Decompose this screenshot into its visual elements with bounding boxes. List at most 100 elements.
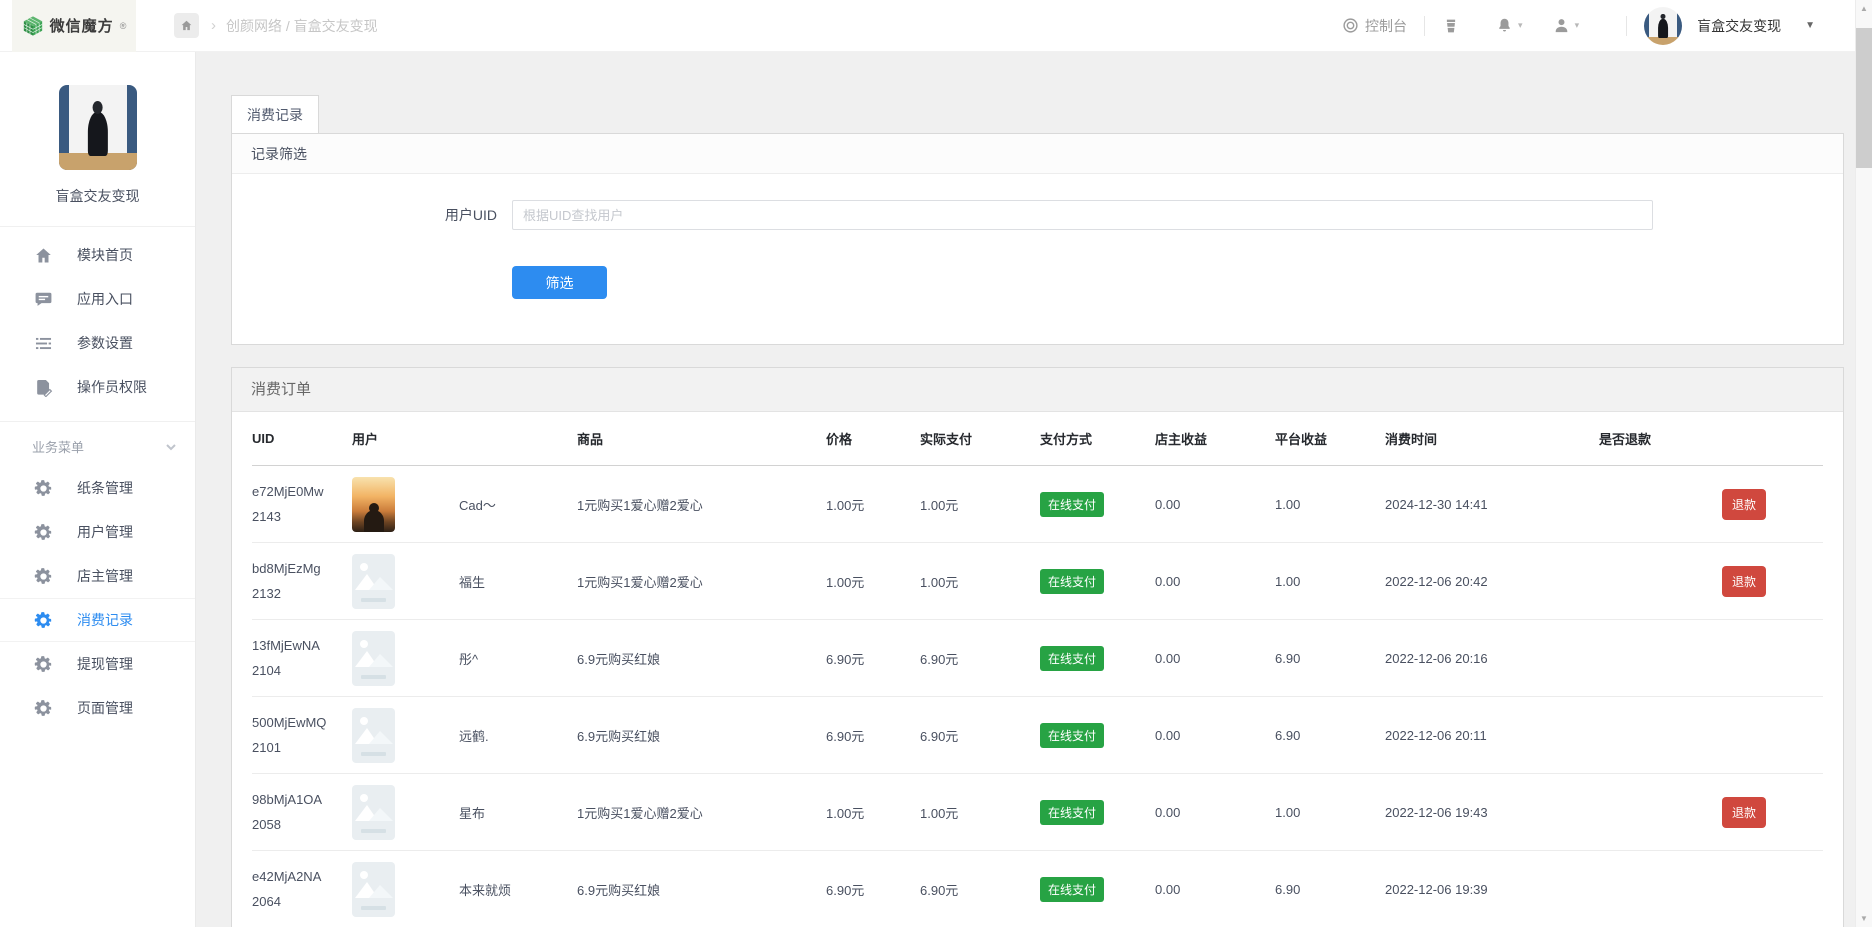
user-menu-button[interactable]: ▾ [1553, 17, 1580, 34]
console-label: 控制台 [1365, 16, 1407, 36]
account-dropdown-caret-icon[interactable]: ▼ [1805, 20, 1815, 31]
order-owner-income: 0.00 [1155, 497, 1275, 512]
placeholder-image [352, 631, 395, 686]
order-payment: 在线支付 [1040, 492, 1155, 517]
user-name: 彤^ [459, 649, 478, 668]
order-product: 6.9元购买红娘 [577, 726, 826, 745]
account-name[interactable]: 盲盒交友变现 [1697, 16, 1781, 36]
operator-icon [33, 377, 53, 397]
uid-search-input[interactable] [512, 200, 1653, 230]
topbar-actions: 控制台 ▾ ▾ 盲盒交友变现 ▼ [1342, 7, 1872, 45]
order-price: 1.00元 [826, 803, 920, 822]
sidebar-business-item-2[interactable]: 店主管理 [0, 554, 195, 598]
menu-item-label: 页面管理 [77, 698, 133, 718]
order-payment: 在线支付 [1040, 569, 1155, 594]
sidebar-business-item-3[interactable]: 消费记录 [0, 598, 195, 642]
sidebar-item-2[interactable]: 参数设置 [0, 321, 195, 365]
sidebar-business-item-4[interactable]: 提现管理 [0, 642, 195, 686]
order-paid: 1.00元 [920, 572, 1040, 591]
order-product: 6.9元购买红娘 [577, 649, 826, 668]
order-user: 彤^ [352, 631, 577, 686]
order-user: 本来就烦 [352, 862, 577, 917]
order-platform-income: 1.00 [1275, 574, 1385, 589]
sidebar-business-item-1[interactable]: 用户管理 [0, 510, 195, 554]
order-owner-income: 0.00 [1155, 882, 1275, 897]
order-refund: 退款 [1599, 797, 1823, 828]
filter-submit-button[interactable]: 筛选 [512, 266, 607, 299]
cup-icon[interactable] [1442, 17, 1460, 35]
logo-cube-icon [22, 15, 44, 37]
scrollbar-up-arrow[interactable]: ▲ [1856, 0, 1872, 17]
profile-name: 盲盒交友变现 [0, 186, 195, 206]
tab-consumption-records[interactable]: 消费记录 [231, 95, 319, 133]
console-icon [1342, 17, 1359, 34]
column-header-2: 商品 [577, 429, 826, 448]
payment-badge: 在线支付 [1040, 646, 1104, 671]
caret-down-icon: ▾ [1518, 20, 1523, 31]
order-product: 1元购买1爱心赠2爱心 [577, 803, 826, 822]
menu-item-label: 店主管理 [77, 566, 133, 586]
payment-badge: 在线支付 [1040, 569, 1104, 594]
gear-icon [33, 566, 53, 586]
console-link[interactable]: 控制台 [1342, 16, 1407, 36]
refund-button[interactable]: 退款 [1722, 489, 1766, 520]
order-time: 2022-12-06 19:43 [1385, 805, 1599, 820]
app-logo[interactable]: 微信魔方 ® [12, 0, 136, 52]
payment-badge: 在线支付 [1040, 723, 1104, 748]
business-menu: 纸条管理用户管理店主管理消费记录提现管理页面管理 [0, 460, 195, 736]
menu-item-label: 消费记录 [77, 610, 133, 630]
order-paid: 1.00元 [920, 495, 1040, 514]
order-product: 1元购买1爱心赠2爱心 [577, 495, 826, 514]
account-avatar[interactable] [1644, 7, 1682, 45]
scrollbar-thumb[interactable] [1856, 28, 1872, 168]
home-icon [33, 245, 53, 265]
sidebar-business-item-5[interactable]: 页面管理 [0, 686, 195, 730]
column-header-8: 消费时间 [1385, 429, 1599, 448]
gear-icon [33, 522, 53, 542]
section-business-menu[interactable]: 业务菜单 [0, 421, 195, 460]
order-time: 2022-12-06 20:11 [1385, 728, 1599, 743]
page-scrollbar[interactable]: ▲ ▼ [1855, 0, 1872, 927]
table-row: e42MjA2NA2064本来就烦6.9元购买红娘6.90元6.90元在线支付0… [252, 851, 1823, 927]
order-payment: 在线支付 [1040, 800, 1155, 825]
order-payment: 在线支付 [1040, 723, 1155, 748]
sidebar-item-0[interactable]: 模块首页 [0, 233, 195, 277]
home-icon [180, 19, 193, 32]
table-row: 500MjEwMQ2101远鹤.6.9元购买红娘6.90元6.90元在线支付0.… [252, 697, 1823, 774]
order-price: 6.90元 [826, 726, 920, 745]
sidebar-item-1[interactable]: 应用入口 [0, 277, 195, 321]
user-name: 星布 [459, 803, 485, 822]
column-header-5: 支付方式 [1040, 429, 1155, 448]
main-content: 消费记录 记录筛选 用户UID 筛选 消费订单 UID用户商品价格实际支付支付方… [196, 52, 1872, 927]
scrollbar-down-arrow[interactable]: ▼ [1856, 910, 1872, 927]
menu-item-label: 参数设置 [77, 333, 133, 353]
order-platform-income: 6.90 [1275, 651, 1385, 666]
placeholder-image [352, 862, 395, 917]
home-button[interactable] [174, 13, 199, 38]
order-paid: 6.90元 [920, 649, 1040, 668]
notifications-button[interactable]: ▾ [1496, 17, 1523, 34]
orders-panel-title: 消费订单 [232, 368, 1843, 412]
placeholder-image [352, 785, 395, 840]
section-label: 业务菜单 [32, 437, 84, 456]
menu-item-label: 应用入口 [77, 289, 133, 309]
menu-item-label: 模块首页 [77, 245, 133, 265]
user-avatar [352, 477, 395, 532]
refund-button[interactable]: 退款 [1722, 797, 1766, 828]
person-icon [1553, 17, 1570, 34]
refund-button[interactable]: 退款 [1722, 566, 1766, 597]
column-header-9: 是否退款 [1599, 429, 1823, 448]
logo-trademark: ® [120, 21, 127, 31]
chevron-down-icon [165, 441, 177, 453]
menu-item-label: 纸条管理 [77, 478, 133, 498]
filter-panel: 记录筛选 用户UID 筛选 [231, 133, 1844, 345]
order-refund: 退款 [1599, 566, 1823, 597]
sidebar-item-3[interactable]: 操作员权限 [0, 365, 195, 409]
breadcrumb-chevron-icon: › [211, 17, 216, 34]
order-price: 6.90元 [826, 880, 920, 899]
user-name: 本来就烦 [459, 880, 511, 899]
payment-badge: 在线支付 [1040, 800, 1104, 825]
sidebar: 盲盒交友变现 模块首页应用入口参数设置操作员权限 业务菜单 纸条管理用户管理店主… [0, 52, 196, 927]
sidebar-business-item-0[interactable]: 纸条管理 [0, 466, 195, 510]
order-owner-income: 0.00 [1155, 805, 1275, 820]
